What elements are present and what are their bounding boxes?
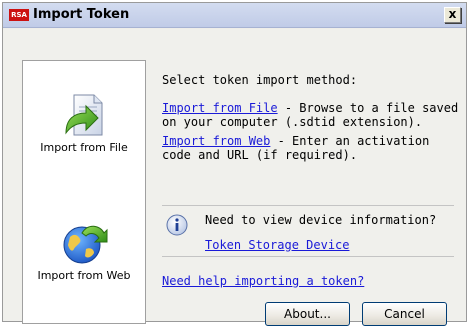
import-from-file-label: Import from File (40, 141, 128, 154)
dialog-body: Import from File Import from Web Select … (3, 29, 466, 326)
help-importing-link[interactable]: Need help importing a token? (162, 274, 364, 288)
import-from-web-link[interactable]: Import from Web (162, 134, 270, 148)
import-from-file-item[interactable]: Import from File (23, 91, 145, 154)
web-option-desc: - Enter an activation (270, 134, 430, 148)
dialog-title: Import Token (33, 7, 130, 22)
rsa-logo-icon: RSA (9, 9, 29, 21)
file-option-line2: on your computer (.sdtid extension). (162, 115, 423, 129)
globe-arrow-icon (63, 225, 108, 264)
select-method-heading: Select token import method: (162, 73, 358, 87)
device-info-box: Need to view device information? Token S… (162, 205, 454, 257)
about-button[interactable]: About... (265, 302, 350, 326)
file-option-line1: Import from File - Browse to a file save… (162, 101, 458, 115)
web-option-line2: code and URL (if required). (162, 148, 358, 162)
file-option-desc: - Browse to a file saved (277, 101, 459, 115)
import-from-web-item[interactable]: Import from Web (23, 219, 145, 282)
token-storage-device-link[interactable]: Token Storage Device (205, 238, 350, 252)
document-arrow-icon (65, 94, 103, 136)
import-token-dialog: RSA Import Token x Import from File Impo… (2, 2, 467, 326)
import-method-panel: Import from File Import from Web (22, 60, 146, 324)
import-from-file-link[interactable]: Import from File (162, 101, 278, 115)
close-button[interactable]: x (444, 7, 461, 23)
device-info-text: Need to view device information? (205, 213, 437, 227)
title-bar[interactable]: RSA Import Token x (3, 3, 466, 28)
cancel-button[interactable]: Cancel (362, 302, 447, 326)
import-from-web-label: Import from Web (37, 269, 131, 282)
info-icon (166, 214, 188, 236)
web-option-line1: Import from Web - Enter an activation (162, 134, 429, 148)
